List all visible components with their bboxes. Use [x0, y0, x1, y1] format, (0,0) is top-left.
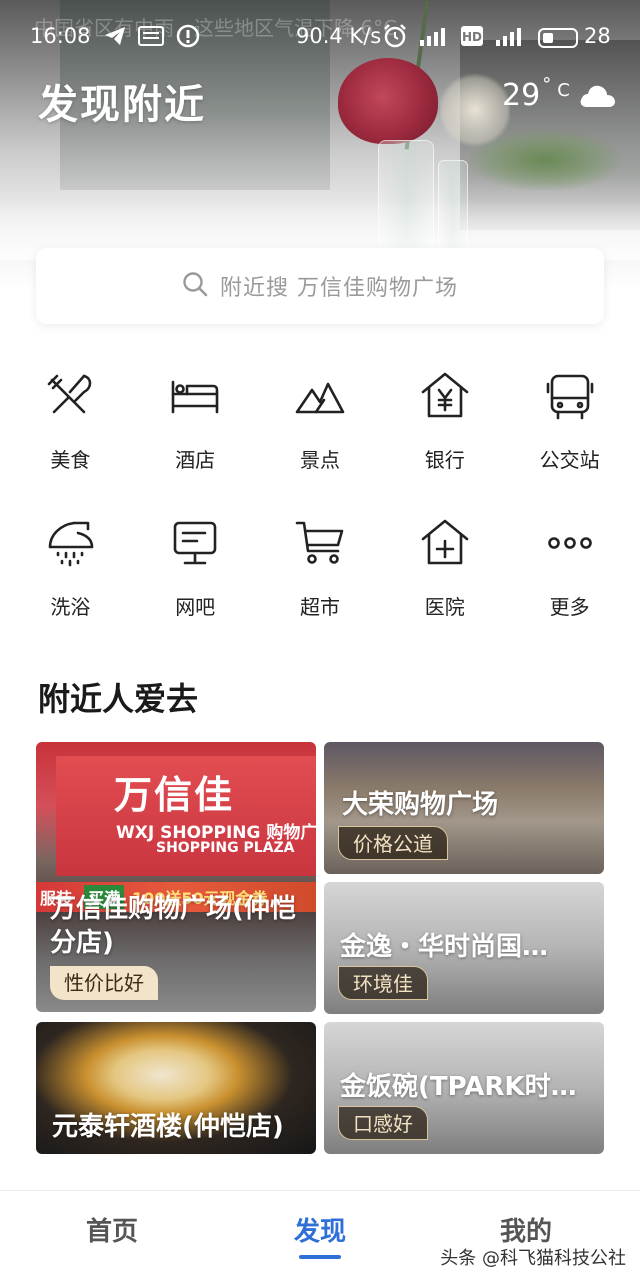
status-bar: 中国省区有中雨，这些地区气温下降 6°C 16:08 90.4 K/s HD 2… — [0, 16, 640, 54]
watermark: 头条 @科飞猫科技公社 — [440, 1248, 626, 1269]
hotel-bed-icon — [171, 380, 219, 414]
cart-icon — [295, 521, 344, 564]
category-hospital[interactable]: 医院 — [382, 517, 507, 620]
category-supermarket[interactable]: 超市 — [258, 517, 383, 620]
category-bus-stop[interactable]: 公交站 — [507, 370, 632, 473]
category-label: 景点 — [299, 448, 340, 472]
store-sign: 万信佳 WXJ SHOPPING 购物广场 SHOPPING PLAZA — [56, 756, 316, 876]
telegram-icon — [104, 24, 126, 48]
category-label: 超市 — [299, 595, 340, 619]
page-title: 发现附近 — [38, 82, 206, 128]
temperature-unit: C — [557, 80, 570, 101]
category-grid: 美食 酒店 景点 银行 公交站 洗浴 网吧 超市 医院 更多 — [8, 370, 632, 620]
hospital-icon — [421, 519, 469, 565]
category-label: 酒店 — [175, 448, 216, 472]
status-time: 16:08 — [30, 24, 91, 48]
category-scenic[interactable]: 景点 — [258, 370, 383, 473]
place-tag: 口感好 — [338, 1106, 428, 1140]
store-sign-text: 万信佳 — [114, 773, 235, 817]
search-icon — [182, 271, 208, 301]
category-label: 网吧 — [175, 595, 216, 619]
weather-widget[interactable]: 29 ° C — [502, 74, 615, 113]
nav-mine[interactable]: 我的 — [466, 1211, 586, 1248]
degree-symbol: ° — [542, 74, 552, 95]
place-name: 金逸・华时尚国… — [340, 932, 549, 962]
notification-alert-icon — [176, 24, 200, 48]
category-label: 银行 — [424, 448, 465, 472]
weather-temperature: 29 — [502, 78, 541, 113]
rose-flower — [338, 58, 438, 144]
place-tag: 性价比好 — [50, 966, 158, 1000]
section-title-nearby-popular: 附近人爱去 — [38, 680, 199, 718]
place-name: 元泰轩酒楼(仲恺店) — [52, 1112, 284, 1142]
svg-text:HD: HD — [462, 30, 482, 44]
category-bath[interactable]: 洗浴 — [8, 517, 133, 620]
signal-4g-second-icon — [494, 24, 524, 48]
store-sign-sub2: SHOPPING PLAZA — [156, 840, 295, 856]
category-food[interactable]: 美食 — [8, 370, 133, 473]
place-card-jinyi[interactable]: 金逸・华时尚国… 环境佳 — [324, 882, 604, 1014]
search-bar[interactable]: 附近搜 万信佳购物广场 — [36, 248, 604, 324]
nav-active-indicator — [299, 1255, 341, 1259]
dried-flowers — [440, 70, 510, 150]
place-name: 金饭碗(TPARK时… — [340, 1072, 577, 1102]
place-name: 大荣购物广场 — [342, 790, 499, 820]
cloud-icon — [578, 82, 616, 117]
monitor-icon — [173, 521, 217, 565]
toutiao-icon — [138, 24, 164, 48]
search-placeholder: 附近搜 万信佳购物广场 — [220, 276, 458, 301]
nav-discover[interactable]: 发现 — [260, 1211, 380, 1248]
category-label: 美食 — [50, 448, 91, 472]
category-internet-cafe[interactable]: 网吧 — [133, 517, 258, 620]
mountain-icon — [295, 382, 345, 414]
category-label: 洗浴 — [50, 595, 91, 619]
alarm-icon — [382, 24, 408, 48]
place-tag: 环境佳 — [338, 966, 428, 1000]
network-speed: 90.4 K/s — [296, 24, 382, 48]
place-card-jinfanwan[interactable]: 金饭碗(TPARK时… 口感好 — [324, 1022, 604, 1154]
signal-4g-icon — [418, 24, 448, 48]
category-label: 公交站 — [539, 448, 600, 472]
shower-icon — [49, 521, 94, 567]
place-name: 万信佳购物广场(仲恺分店) — [50, 894, 296, 958]
category-label: 更多 — [549, 595, 590, 619]
battery-level: 28 — [584, 24, 611, 48]
place-tag: 价格公道 — [338, 826, 448, 860]
category-hotel[interactable]: 酒店 — [133, 370, 258, 473]
food-icon — [48, 374, 92, 414]
more-dots-icon — [547, 537, 592, 549]
nav-home[interactable]: 首页 — [52, 1211, 172, 1248]
category-label: 医院 — [424, 595, 465, 619]
place-card-darong[interactable]: 大荣购物广场 价格公道 — [324, 742, 604, 874]
category-bank[interactable]: 银行 — [382, 370, 507, 473]
category-more[interactable]: 更多 — [507, 517, 632, 620]
place-card-yuantaixuan[interactable]: 元泰轩酒楼(仲恺店) — [36, 1022, 316, 1154]
hd-icon: HD — [460, 24, 484, 48]
bus-icon — [546, 374, 593, 420]
battery-icon — [538, 28, 578, 48]
bank-yen-icon — [421, 372, 469, 418]
place-card-wanxinjia[interactable]: 万信佳 WXJ SHOPPING 购物广场 SHOPPING PLAZA 服装 … — [36, 742, 316, 1012]
